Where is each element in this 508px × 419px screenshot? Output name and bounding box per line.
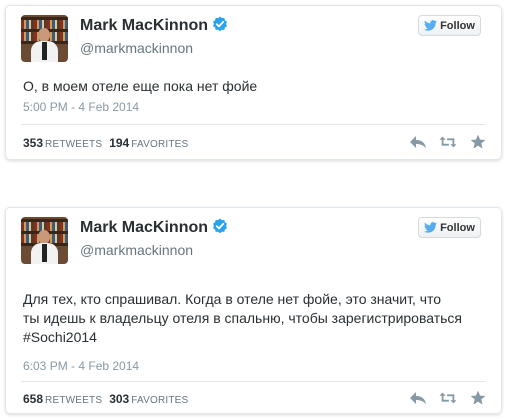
follow-label: Follow [440, 221, 475, 234]
retweets-count[interactable]: 353 [23, 136, 43, 150]
twitter-bird-icon [424, 222, 438, 233]
tweet-actions [409, 390, 487, 406]
timestamp[interactable]: 6:03 PM - 4 Feb 2014 [23, 359, 139, 373]
follow-button[interactable]: Follow [418, 15, 481, 36]
tweet-text: О, в моем отеле еще пока нет фойе [23, 78, 258, 94]
retweets-label[interactable]: RETWEETS [45, 395, 102, 406]
avatar[interactable] [21, 217, 68, 264]
display-name-row[interactable]: Mark MacKinnon [80, 218, 228, 237]
reply-icon[interactable] [409, 134, 427, 150]
favorites-label[interactable]: FAVORITES [131, 395, 188, 406]
follow-button[interactable]: Follow [418, 217, 481, 238]
verified-badge-icon [213, 16, 228, 32]
timestamp[interactable]: 5:00 PM - 4 Feb 2014 [23, 100, 139, 114]
reply-icon[interactable] [409, 390, 427, 406]
tweet-text: Для тех, кто спрашивал. Когда в отеле не… [23, 291, 463, 345]
tweet-card: Mark MacKinnon @markmackinnon Follow О, … [5, 5, 502, 160]
verified-badge-icon [213, 218, 228, 234]
divider [21, 381, 486, 382]
tweet-stats: 353 RETWEETS 194 FAVORITES [23, 136, 195, 150]
retweets-count[interactable]: 658 [23, 392, 43, 406]
display-name-row[interactable]: Mark MacKinnon [80, 16, 228, 35]
retweet-icon[interactable] [439, 390, 457, 406]
follow-label: Follow [440, 19, 475, 32]
favorites-label[interactable]: FAVORITES [131, 139, 188, 150]
favorites-count[interactable]: 303 [109, 392, 129, 406]
retweets-label[interactable]: RETWEETS [45, 139, 102, 150]
favorite-star-icon[interactable] [469, 134, 487, 150]
tweet-card: Mark MacKinnon @markmackinnon Follow Для… [5, 207, 502, 414]
divider [21, 124, 486, 125]
tweet-actions [409, 134, 487, 150]
favorite-star-icon[interactable] [469, 390, 487, 406]
avatar[interactable] [21, 15, 68, 62]
tweet-stats: 658 RETWEETS 303 FAVORITES [23, 392, 195, 406]
display-name[interactable]: Mark MacKinnon [80, 17, 208, 34]
username[interactable]: @markmackinnon [80, 242, 193, 258]
twitter-bird-icon [424, 20, 438, 31]
display-name[interactable]: Mark MacKinnon [80, 219, 208, 236]
favorites-count[interactable]: 194 [109, 136, 129, 150]
username[interactable]: @markmackinnon [80, 40, 193, 56]
retweet-icon[interactable] [439, 134, 457, 150]
